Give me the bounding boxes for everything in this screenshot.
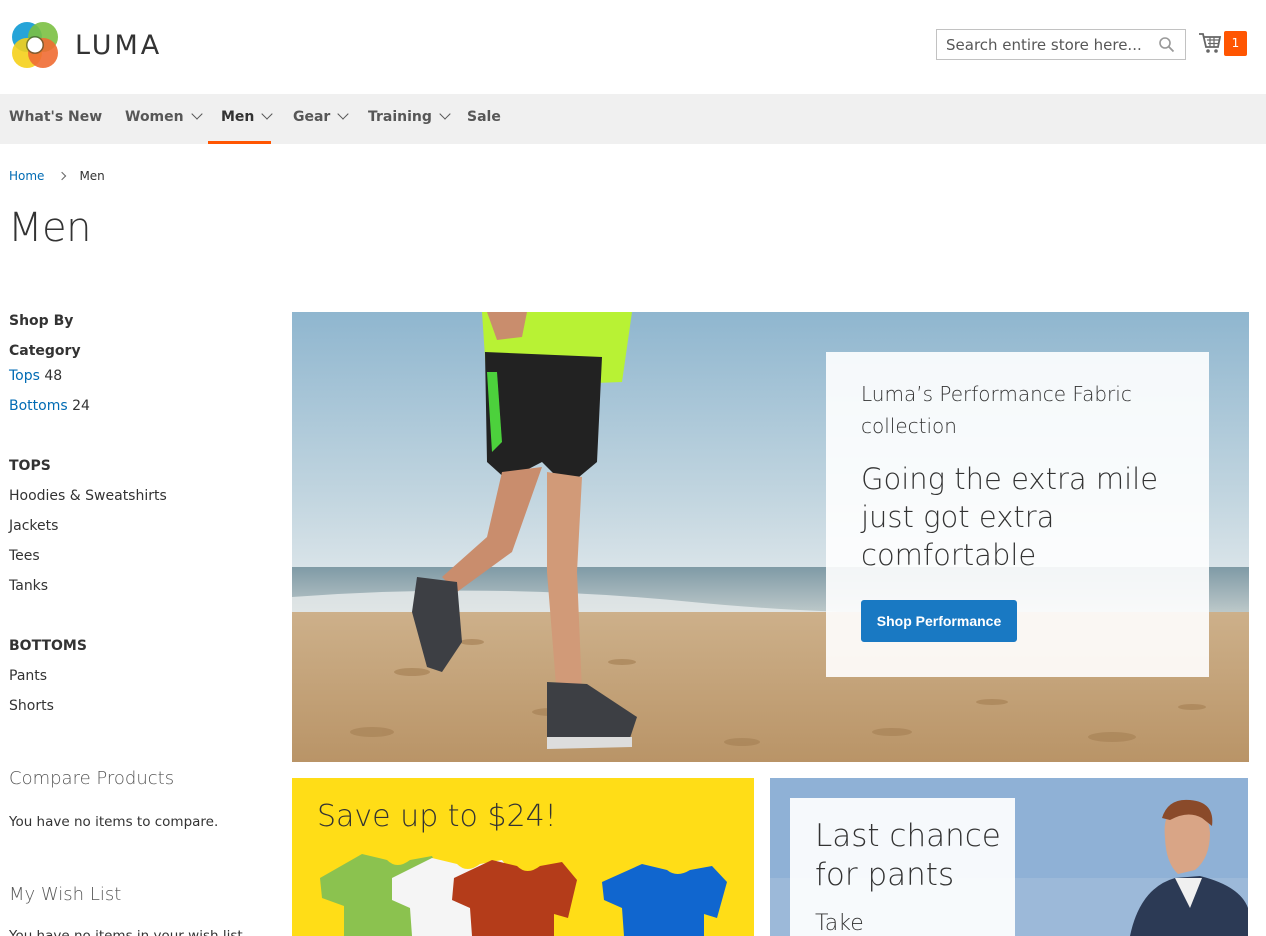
breadcrumb: Home Men bbox=[9, 169, 105, 183]
site-header: LUMA 1 bbox=[0, 0, 1266, 94]
tops-link-tanks[interactable]: Tanks bbox=[9, 578, 48, 594]
shop-by-title: Shop By bbox=[9, 313, 74, 329]
filter-option-bottoms: Bottoms 24 bbox=[9, 398, 90, 414]
hero-subtitle: Luma’s Performance Fabric collection bbox=[861, 382, 1132, 438]
shop-performance-button[interactable]: Shop Performance bbox=[861, 600, 1017, 642]
shopping-cart-icon[interactable] bbox=[1198, 32, 1222, 54]
filter-option-count: 24 bbox=[72, 398, 90, 414]
nav-item-label: Gear bbox=[293, 109, 331, 125]
wishlist-title: My Wish List bbox=[9, 884, 122, 905]
hero-title: Going the extra mile just got extra comf… bbox=[861, 462, 1159, 572]
breadcrumb-current: Men bbox=[79, 169, 105, 183]
luma-logo-icon bbox=[12, 22, 58, 68]
nav-item-sale[interactable]: Sale bbox=[467, 94, 501, 144]
promo-save-title: Save up to $24! bbox=[317, 799, 557, 834]
promo-pants-title: Last chance for pants bbox=[815, 818, 1001, 893]
main-navigation: What's New Women Men Gear Training Sale bbox=[0, 94, 1266, 144]
breadcrumb-home-link[interactable]: Home bbox=[9, 169, 44, 183]
chevron-down-icon bbox=[439, 108, 451, 120]
nav-item-label: Training bbox=[368, 109, 432, 125]
chevron-right-icon bbox=[58, 171, 67, 181]
nav-item-label: Women bbox=[125, 109, 184, 125]
search-box[interactable] bbox=[936, 29, 1186, 60]
filter-option-count: 48 bbox=[44, 368, 63, 384]
compare-products-title: Compare Products bbox=[9, 768, 175, 789]
compare-empty-message: You have no items to compare. bbox=[9, 814, 219, 830]
page-title: Men bbox=[8, 205, 91, 251]
promo-pants-block[interactable]: Last chance for pants Take bbox=[770, 778, 1248, 936]
nav-item-label: Men bbox=[221, 109, 255, 125]
logo-text: LUMA bbox=[75, 29, 163, 61]
chevron-down-icon bbox=[261, 108, 274, 120]
nav-item-gear[interactable]: Gear bbox=[293, 94, 350, 144]
promo-pants-card: Last chance for pants Take bbox=[790, 798, 1015, 936]
chevron-down-icon bbox=[190, 108, 203, 120]
minicart[interactable]: 1 bbox=[1198, 30, 1250, 58]
filter-option-link[interactable]: Bottoms bbox=[9, 398, 68, 414]
promo-pants-subtitle: Take bbox=[815, 911, 864, 936]
category-filter-title: Category bbox=[9, 343, 81, 359]
bottoms-link-pants[interactable]: Pants bbox=[9, 668, 47, 684]
hero-promo-card: Luma’s Performance Fabric collection Goi… bbox=[826, 352, 1209, 677]
search-input[interactable] bbox=[937, 30, 1152, 59]
hero-banner[interactable]: Luma’s Performance Fabric collection Goi… bbox=[292, 312, 1249, 762]
store-logo[interactable]: LUMA bbox=[9, 19, 179, 71]
nav-item-whats-new[interactable]: What's New bbox=[9, 94, 102, 144]
bottoms-link-shorts[interactable]: Shorts bbox=[9, 698, 54, 714]
tops-link-hoodies[interactable]: Hoodies & Sweatshirts bbox=[9, 488, 167, 504]
filter-option-tops: Tops 48 bbox=[9, 368, 62, 384]
tops-section-title: TOPS bbox=[9, 458, 51, 474]
cart-count-badge: 1 bbox=[1224, 31, 1247, 56]
nav-item-training[interactable]: Training bbox=[368, 94, 451, 144]
tops-link-jackets[interactable]: Jackets bbox=[9, 518, 58, 534]
wishlist-empty-message: You have no items in your wish list. bbox=[9, 928, 247, 936]
tops-link-tees[interactable]: Tees bbox=[9, 548, 40, 564]
promo-save-block[interactable]: Save up to $24! bbox=[292, 778, 754, 936]
bottoms-section-title: BOTTOMS bbox=[9, 638, 87, 654]
chevron-down-icon bbox=[337, 108, 350, 120]
nav-item-label: Sale bbox=[467, 109, 501, 125]
filter-option-link[interactable]: Tops bbox=[9, 368, 40, 384]
nav-item-label: What's New bbox=[9, 109, 103, 125]
nav-item-women[interactable]: Women bbox=[125, 94, 203, 144]
nav-item-men[interactable]: Men bbox=[208, 94, 274, 144]
search-icon[interactable] bbox=[1158, 36, 1175, 53]
